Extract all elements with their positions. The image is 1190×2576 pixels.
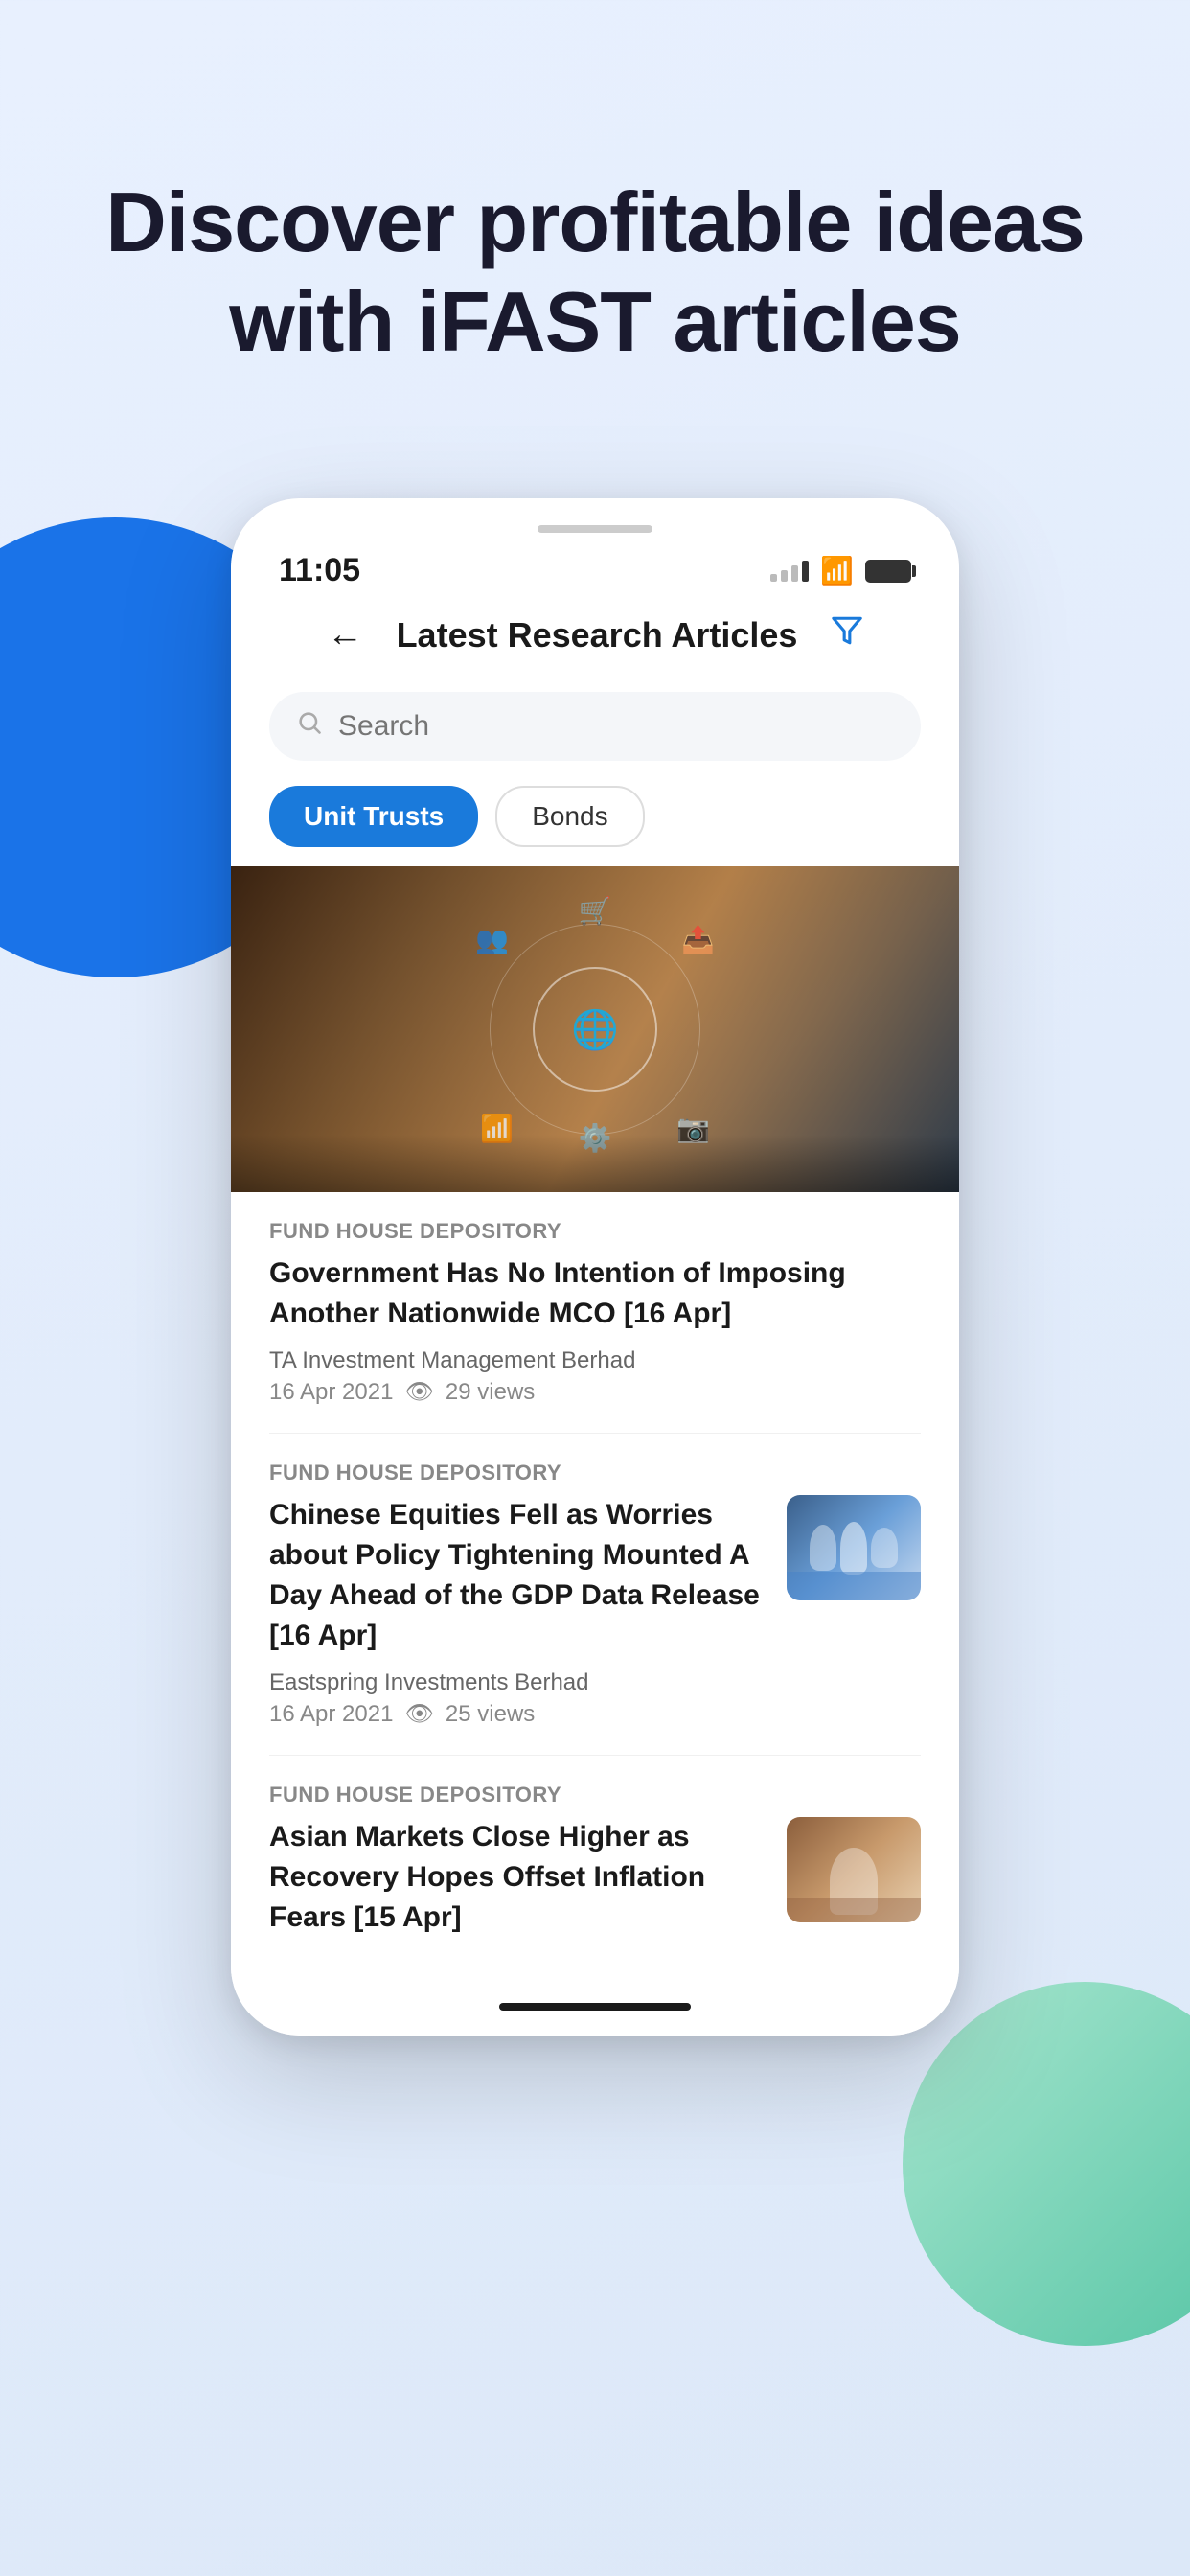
signal-icon [770, 561, 809, 582]
article-category: FUND HOUSE DEPOSITORY [269, 1219, 921, 1244]
article-date: 16 Apr 2021 [269, 1701, 393, 1728]
phone-top: 11:05 📶 ← Latest Research Articles [231, 498, 959, 675]
back-button[interactable]: ← [327, 614, 363, 656]
search-input[interactable] [338, 710, 894, 743]
hero-section: Discover profitable ideas with iFAST art… [0, 172, 1190, 372]
article-thumbnail [787, 1495, 921, 1600]
filter-button[interactable] [831, 614, 863, 656]
article-meta: Eastspring Investments Berhad 16 Apr 202… [269, 1669, 767, 1728]
article-text: Chinese Equities Fell as Worries about P… [269, 1495, 767, 1728]
phone-mockup: 11:05 📶 ← Latest Research Articles [231, 498, 959, 2036]
article-title: Government Has No Intention of Imposing … [269, 1254, 921, 1334]
tab-unit-trusts[interactable]: Unit Trusts [269, 786, 478, 847]
search-icon [296, 709, 323, 744]
bg-decoration-teal [903, 1982, 1190, 2346]
thumb-meeting-image [787, 1495, 921, 1600]
article-item[interactable]: FUND HOUSE DEPOSITORY Chinese Equities F… [269, 1434, 921, 1756]
phone-frame: 11:05 📶 ← Latest Research Articles [231, 498, 959, 2036]
status-icons: 📶 [770, 555, 911, 586]
views-icon: 👁 [404, 1378, 433, 1406]
article-date-views: 16 Apr 2021 👁 29 views [269, 1378, 921, 1406]
status-time: 11:05 [279, 552, 360, 589]
page-title: Latest Research Articles [397, 615, 798, 656]
article-views: 29 views [446, 1379, 535, 1406]
article-date-views: 16 Apr 2021 👁 25 views [269, 1700, 767, 1728]
home-indicator [231, 1978, 959, 2036]
search-container [231, 675, 959, 778]
article-thumbnail [787, 1817, 921, 1922]
articles-container: FUND HOUSE DEPOSITORY Government Has No … [231, 1192, 959, 1978]
article-item[interactable]: FUND HOUSE DEPOSITORY Government Has No … [269, 1192, 921, 1434]
article-text: Government Has No Intention of Imposing … [269, 1254, 921, 1406]
article-text: Asian Markets Close Higher as Recovery H… [269, 1817, 767, 1951]
category-tabs: Unit Trusts Bonds [231, 778, 959, 866]
search-bar[interactable] [269, 692, 921, 761]
article-title: Chinese Equities Fell as Worries about P… [269, 1495, 767, 1656]
hero-article-image: 🌐 🛒 📤 👥 📶 ⚙️ 📷 [231, 866, 959, 1192]
phone-handle [538, 525, 652, 533]
article-category: FUND HOUSE DEPOSITORY [269, 1782, 921, 1807]
article-meta: TA Investment Management Berhad 16 Apr 2… [269, 1347, 921, 1406]
hero-title: Discover profitable ideas with iFAST art… [77, 172, 1113, 372]
home-bar [499, 2003, 691, 2011]
views-icon: 👁 [404, 1700, 433, 1728]
article-item[interactable]: FUND HOUSE DEPOSITORY Asian Markets Clos… [269, 1756, 921, 1978]
article-category: FUND HOUSE DEPOSITORY [269, 1460, 921, 1485]
article-row: Government Has No Intention of Imposing … [269, 1254, 921, 1406]
article-date: 16 Apr 2021 [269, 1379, 393, 1406]
article-author: Eastspring Investments Berhad [269, 1669, 767, 1696]
wifi-icon: 📶 [820, 555, 854, 586]
battery-icon [865, 560, 911, 583]
nav-bar: ← Latest Research Articles [279, 599, 911, 675]
article-title: Asian Markets Close Higher as Recovery H… [269, 1817, 767, 1938]
tab-bonds[interactable]: Bonds [495, 786, 644, 847]
phone-content: Unit Trusts Bonds 🌐 🛒 [231, 675, 959, 1978]
article-row: Chinese Equities Fell as Worries about P… [269, 1495, 921, 1728]
article-author: TA Investment Management Berhad [269, 1347, 921, 1374]
article-views: 25 views [446, 1701, 535, 1728]
article-row: Asian Markets Close Higher as Recovery H… [269, 1817, 921, 1951]
status-bar: 11:05 📶 [279, 552, 911, 599]
thumb-office-image [787, 1817, 921, 1922]
